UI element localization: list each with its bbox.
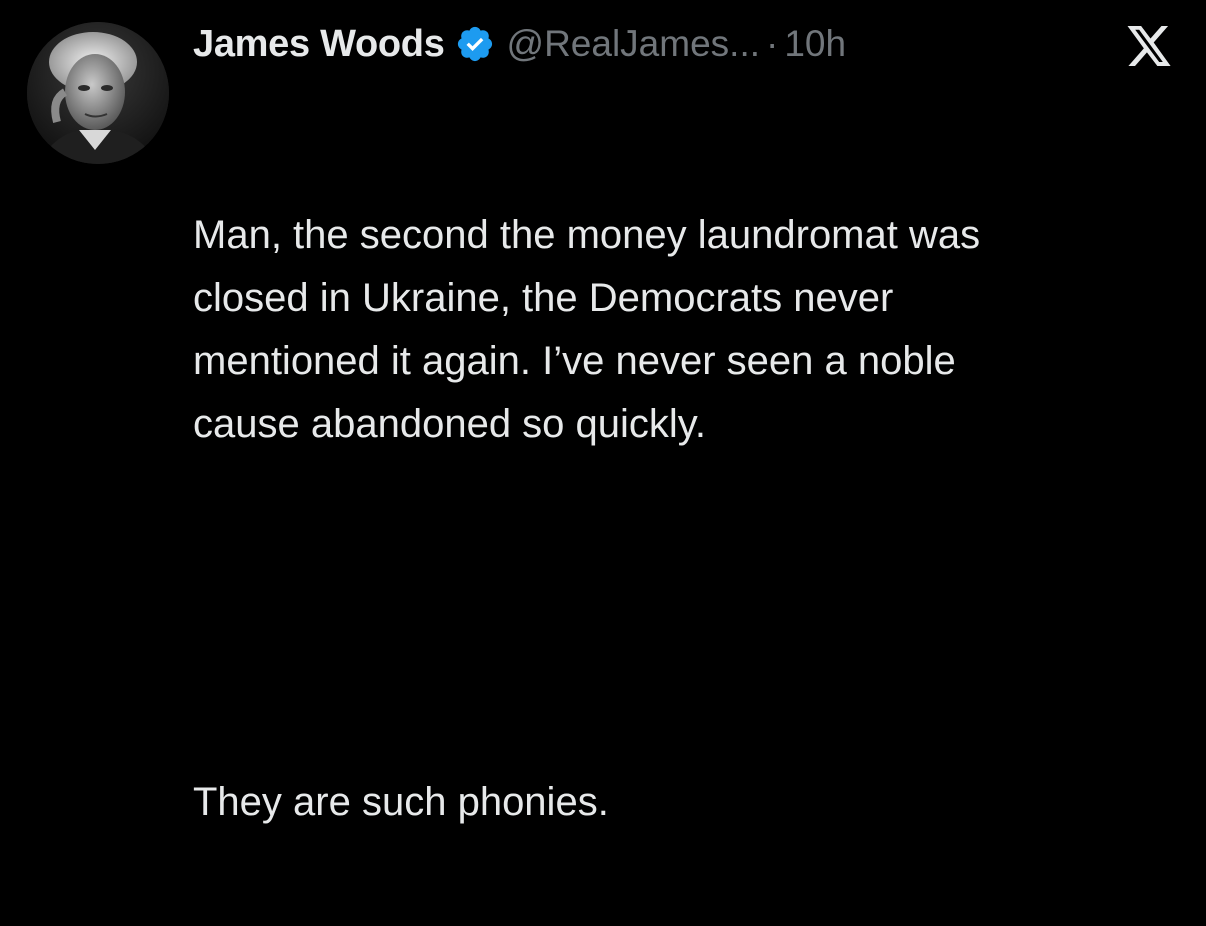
x-logo-icon[interactable] [1124, 24, 1174, 68]
author-handle[interactable]: @RealJames... [507, 23, 760, 65]
tweet-paragraph-1: Man, the second the money laundromat was… [193, 213, 981, 446]
separator-dot: · [766, 23, 779, 64]
tweet-paragraph-2: They are such phonies. [193, 780, 609, 824]
tweet-header: James Woods @RealJames... · 10h [193, 18, 846, 70]
author-display-name[interactable]: James Woods [193, 23, 445, 66]
author-avatar[interactable] [27, 22, 169, 164]
tweet-timestamp[interactable]: 10h [784, 23, 846, 65]
tweet-card: James Woods @RealJames... · 10h Man, the… [0, 0, 1206, 824]
verified-badge-icon[interactable] [455, 24, 495, 64]
person-portrait-icon [27, 22, 169, 164]
tweet-body: Man, the second the money laundromat was… [193, 78, 1183, 926]
